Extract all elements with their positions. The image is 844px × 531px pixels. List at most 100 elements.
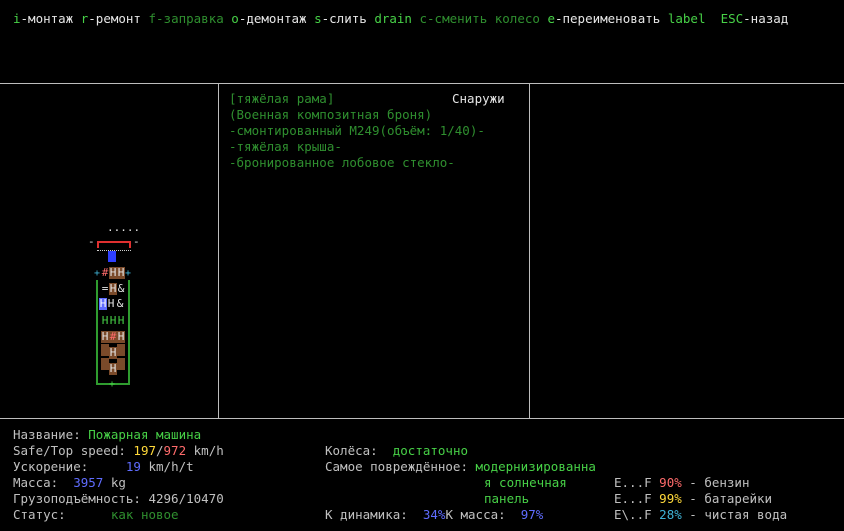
keybind-key: label: [667, 11, 706, 26]
fuel-pct-battery: 99%: [659, 491, 682, 506]
sprite-h9: H: [117, 330, 125, 343]
sprite-windshield: [97, 241, 131, 243]
keybind-s[interactable]: s-слить: [314, 11, 367, 26]
keybind-e[interactable]: e-переименовать: [547, 11, 660, 26]
stat-dyn-value: 34%: [422, 507, 446, 522]
sprite-amp2: &: [116, 297, 124, 310]
stat-accel-value: 19: [125, 459, 141, 474]
stat-dyn-label: К динамика:: [325, 507, 408, 522]
part-line-roof[interactable]: -тяжёлая крыша-: [229, 139, 342, 155]
sprite-body4: [117, 358, 125, 370]
sprite-rail-right: [128, 280, 130, 384]
keybind-key: i: [13, 11, 21, 26]
sprite-body2: [117, 344, 125, 356]
stat-wheels-value: достаточно: [392, 443, 469, 458]
stat-speed-sep: /: [156, 443, 164, 458]
part-line-m249[interactable]: -смонтированный M249(объём: 1/40)-: [229, 123, 485, 139]
keybind-key: drain: [374, 11, 412, 26]
keybind-i[interactable]: i-монтаж: [13, 11, 73, 26]
stat-mass-value: 3957: [73, 475, 104, 490]
sprite-hash: #: [101, 266, 109, 279]
stat-mass-row: Масса: 3957 kg: [13, 475, 126, 491]
sprite-hash2: #: [109, 330, 117, 343]
stat-kmass-value: 97%: [520, 507, 544, 522]
part-heading[interactable]: [тяжёлая рама]: [229, 91, 334, 107]
keybind-label: -слить: [321, 11, 367, 26]
stat-speed-label: Safe/Top speed:: [13, 443, 126, 458]
sprite-eq: =: [101, 282, 109, 295]
stat-damaged-value-3: панель: [484, 491, 530, 506]
fuel-row-battery: E...F 99% - батарейки: [614, 491, 772, 507]
keybind-label[interactable]: label: [668, 11, 706, 26]
vehicle-sprite[interactable]: ..... - - + + # H H = H & H H & H H H H …: [85, 220, 145, 390]
stat-accel-row: Ускорение: 19 km/h/t: [13, 459, 194, 475]
sprite-body1: [101, 344, 109, 356]
sprite-light: [108, 251, 116, 262]
keybind-label: -назад: [743, 11, 789, 26]
sprite-h11: H: [109, 362, 117, 375]
fuel-pct-water: 28%: [659, 507, 682, 522]
fuel-gauge-battery: E...F: [614, 491, 652, 506]
sprite-windshield-left: [97, 241, 99, 248]
fuel-pct-gasoline: 90%: [659, 475, 682, 490]
part-line-armor[interactable]: (Военная композитная броня): [229, 107, 432, 123]
stat-damaged-label: Самое повреждённое:: [325, 459, 468, 474]
stat-wheels-row: Колёса: достаточно: [325, 443, 468, 459]
keybind-key: o: [231, 11, 239, 26]
keybind-key: e: [547, 11, 555, 26]
fuel-name-battery: - батарейки: [689, 491, 773, 506]
stat-speed-safe: 197: [133, 443, 156, 458]
stat-coef-row: К динамика: 34%K масса: 97%: [325, 507, 543, 523]
sprite-bumper-right: -: [133, 235, 140, 248]
sprite-cursor[interactable]: H: [99, 298, 107, 310]
fuel-name-gasoline: - бензин: [689, 475, 750, 490]
keybind-label: -заправка: [156, 11, 224, 26]
keybind-esc[interactable]: ESC-назад: [721, 11, 789, 26]
stat-speed-unit: km/h: [193, 443, 224, 458]
fuel-name-water: - чистая вода: [689, 507, 788, 522]
sprite-plus-bottom: +: [109, 379, 116, 390]
stat-name-label: Название:: [13, 427, 81, 442]
part-detail-frame: [529, 83, 844, 419]
vehicle-name[interactable]: Пожарная машина: [88, 427, 201, 442]
fuel-row-water: E\..F 28% - чистая вода: [614, 507, 787, 523]
stat-name-row: Название: Пожарная машина: [13, 427, 201, 443]
keybind-o[interactable]: o-демонтаж: [231, 11, 306, 26]
part-location: Снаружи: [452, 91, 505, 106]
keybind-label: -сменить колесо: [427, 11, 540, 26]
stat-damaged-value-2: я солнечная: [484, 475, 567, 490]
fuel-gauge-gasoline: E...F: [614, 475, 652, 490]
keybar: i-монтаж r-ремонт f-заправка o-демонтаж …: [13, 11, 788, 27]
sprite-windshield-right: [129, 241, 131, 248]
sprite-h1: H: [109, 266, 117, 279]
sprite-h6: H: [109, 314, 117, 327]
sprite-body3: [101, 358, 109, 370]
part-line-windshield[interactable]: -бронированное лобовое стекло-: [229, 155, 455, 171]
keybind-drain[interactable]: drain: [374, 11, 412, 26]
stat-cargo-label: Грузоподъёмность:: [13, 491, 141, 506]
stat-mass-unit: kg: [110, 475, 126, 490]
sprite-h10: H: [109, 346, 117, 359]
keybind-f[interactable]: f-заправка: [149, 11, 224, 26]
stat-speed-top: 972: [163, 443, 187, 458]
stat-cargo-value: 4296/10470: [148, 491, 224, 506]
fuel-gauge-water: E\..F: [614, 507, 652, 522]
keybind-c[interactable]: c-сменить колесо: [419, 11, 539, 26]
sprite-h8: H: [101, 330, 109, 343]
fuel-row-gasoline: E...F 90% - бензин: [614, 475, 750, 491]
sprite-rail-left: [96, 280, 98, 384]
stat-status-row: Статус: как новое: [13, 507, 179, 523]
keybind-key: f: [148, 11, 157, 26]
sprite-h2: H: [117, 266, 125, 279]
keybind-label: -ремонт: [88, 11, 141, 26]
stat-accel-label: Ускорение:: [13, 459, 89, 474]
sprite-h3: H: [109, 282, 117, 295]
stat-damaged-row: Самое повреждённое: модернизированна: [325, 459, 596, 475]
keybind-label: -монтаж: [20, 11, 74, 26]
keybind-r[interactable]: r-ремонт: [81, 11, 141, 26]
stat-accel-unit: km/h/t: [148, 459, 194, 474]
stat-wheels-label: Колёса:: [325, 443, 378, 458]
sprite-h5: H: [101, 314, 109, 327]
keybind-key: c: [419, 11, 428, 26]
stat-kmass-label: K масса:: [445, 507, 506, 522]
